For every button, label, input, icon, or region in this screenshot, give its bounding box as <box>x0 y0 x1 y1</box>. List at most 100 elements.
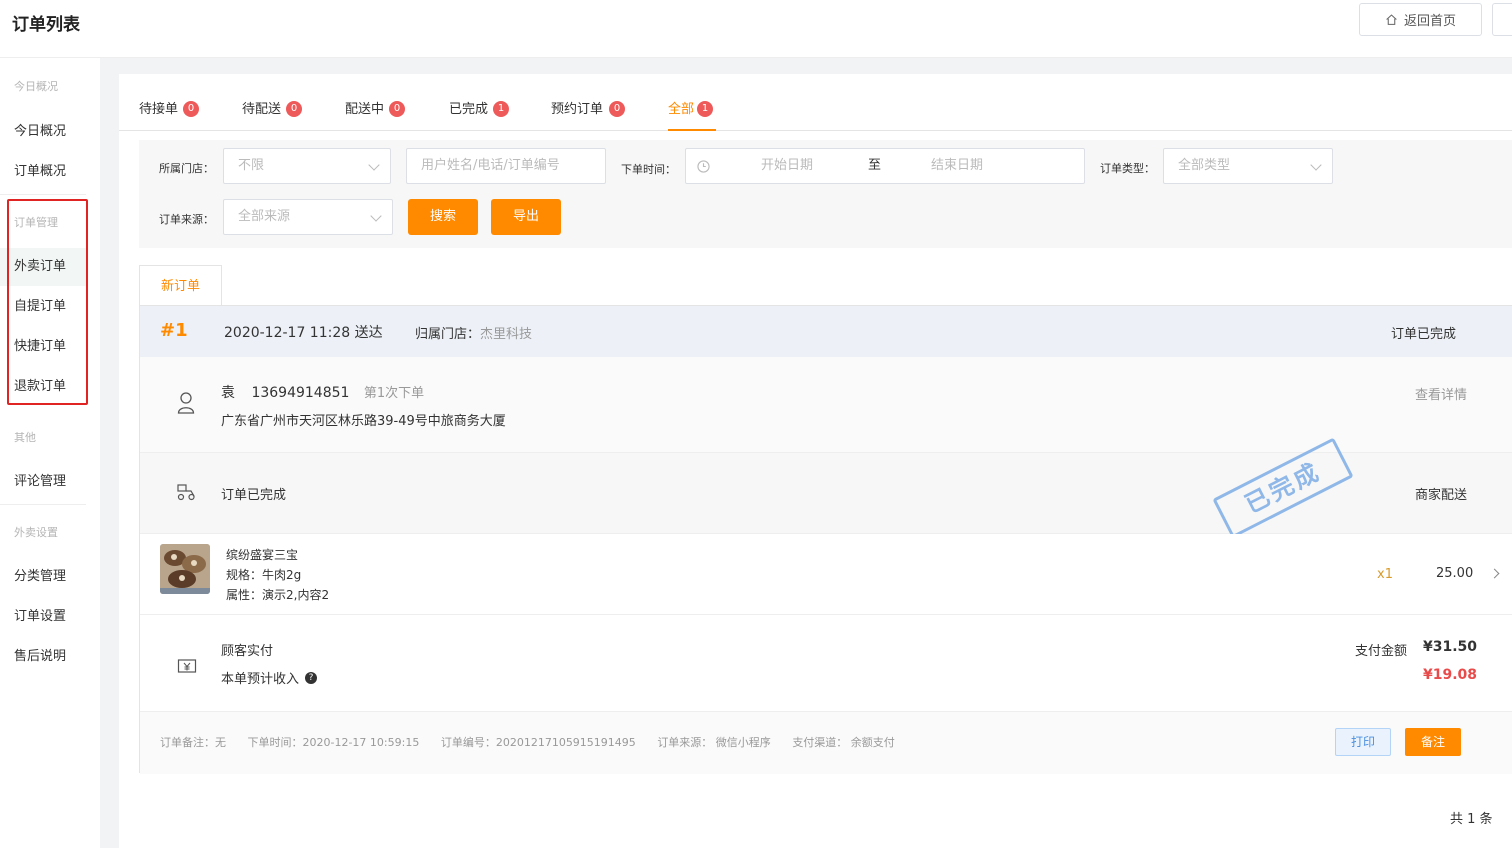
help-icon[interactable]: ? <box>305 671 318 684</box>
tab-completed[interactable]: 已完成 1 <box>449 98 509 117</box>
product-attributes: 属性：演示2,内容2 <box>226 588 330 602</box>
sidebar-item-order-settings[interactable]: 订单设置 <box>0 598 86 636</box>
search-input[interactable]: 用户姓名/电话/订单编号 <box>406 148 606 184</box>
order-serial: 订单编号：20201217105915191495 <box>440 736 636 749</box>
home-icon <box>1386 14 1397 25</box>
clock-icon <box>697 160 710 173</box>
product-spec: 规格：牛肉2g <box>226 568 302 582</box>
tab-all[interactable]: 全部 1 <box>668 98 713 117</box>
tab-count-badge: 1 <box>493 101 509 117</box>
order-type-value: 全部类型 <box>1178 158 1231 173</box>
sidebar-group-overview: 今日概况 <box>14 80 58 93</box>
order-management-highlight <box>7 199 88 405</box>
order-status: 订单已完成 <box>1391 327 1457 342</box>
tab-label: 全部 <box>668 102 695 117</box>
payment-row: 顾客实付 本单预计收入 ? 支付金额 ¥31.50 ¥19.08 <box>140 615 1512 712</box>
order-time: 下单时间：2020-12-17 10:59:15 <box>247 736 420 749</box>
view-details-link[interactable]: 查看详情 <box>1415 384 1467 403</box>
store-select-value: 不限 <box>238 158 265 173</box>
tab-pending-delivery[interactable]: 待配送 0 <box>242 98 302 117</box>
tab-count-badge: 0 <box>183 101 199 117</box>
order-source-value: 全部来源 <box>238 209 291 224</box>
sidebar-divider <box>0 194 86 195</box>
completed-stamp: 已完成 <box>1212 437 1354 539</box>
sidebar-group-other: 其他 <box>14 431 36 444</box>
payment-amount: ¥31.50 <box>1423 639 1478 655</box>
estimated-income-text: 本单预计收入 <box>221 672 300 687</box>
payment-channel: 支付渠道： 余额支付 <box>792 736 895 749</box>
source-filter-label: 订单来源： <box>159 213 214 226</box>
main-panel: 待接单 0 待配送 0 配送中 0 已完成 1 预约订单 0 全部 1 所属门店… <box>119 74 1512 848</box>
customer-name: 袁 <box>221 385 235 401</box>
type-filter-label: 订单类型： <box>1100 162 1155 175</box>
payment-icon <box>177 659 197 673</box>
customer-row: 袁 13694914851 第1次下单 广东省广州市天河区林乐路39-49号中旅… <box>140 357 1512 453</box>
search-input-placeholder: 用户姓名/电话/订单编号 <box>421 158 560 173</box>
customer-phone: 13694914851 <box>251 385 350 401</box>
tab-count-badge: 0 <box>286 101 302 117</box>
tab-count-badge: 1 <box>697 101 713 117</box>
sidebar-divider <box>0 504 86 505</box>
print-button[interactable]: 打印 <box>1335 728 1391 756</box>
delivery-row: 订单已完成 已完成 商家配送 <box>140 437 1512 539</box>
delivery-type: 商家配送 <box>1415 488 1468 503</box>
tab-delivering[interactable]: 配送中 0 <box>345 98 405 117</box>
delivery-status: 订单已完成 <box>221 488 287 503</box>
filter-panel: 所属门店： 不限 用户姓名/电话/订单编号 下单时间： 开始日期 至 结束日期 … <box>139 140 1512 248</box>
customer-paid-label: 顾客实付 <box>221 644 274 659</box>
date-range-picker[interactable]: 开始日期 至 结束日期 <box>685 148 1085 184</box>
product-quantity: x1 <box>1377 567 1393 582</box>
tab-scheduled[interactable]: 预约订单 0 <box>551 98 625 117</box>
item-row[interactable]: 缤纷盛宴三宝 规格：牛肉2g 属性：演示2,内容2 x1 25.00 <box>140 534 1512 615</box>
sidebar-item-today-overview[interactable]: 今日概况 <box>0 113 86 151</box>
product-thumbnail <box>160 544 210 594</box>
home-button-label: 返回首页 <box>1403 14 1456 29</box>
topbar-extra-button[interactable] <box>1492 3 1512 36</box>
tab-label: 配送中 <box>345 102 385 117</box>
order-source: 订单来源： 微信小程序 <box>657 736 771 749</box>
page-title: 订单列表 <box>12 15 80 35</box>
sidebar-group-settings: 外卖设置 <box>14 526 58 539</box>
tab-count-badge: 0 <box>389 101 405 117</box>
product-price: 25.00 <box>1436 566 1474 581</box>
order-note: 订单备注：无 <box>160 736 226 749</box>
sidebar-item-order-overview[interactable]: 订单概况 <box>0 153 86 191</box>
order-count: 第1次下单 <box>363 386 425 401</box>
tab-label: 待配送 <box>242 102 282 117</box>
note-button[interactable]: 备注 <box>1405 728 1461 756</box>
tab-new-orders[interactable]: 新订单 <box>139 265 222 307</box>
sidebar: 今日概况 今日概况 订单概况 订单管理 外卖订单 自提订单 快捷订单 退款订单 … <box>0 58 100 848</box>
customer-info: 袁 13694914851 第1次下单 <box>221 382 424 402</box>
product-name: 缤纷盛宴三宝 <box>226 548 299 562</box>
order-number: #1 <box>160 320 188 341</box>
order-header: #1 2020-12-17 11:28 送达 归属门店：杰里科技 订单已完成 <box>140 306 1512 357</box>
start-date-input[interactable]: 开始日期 <box>761 149 813 183</box>
sidebar-item-aftersale[interactable]: 售后说明 <box>0 638 86 676</box>
tab-count-badge: 0 <box>609 101 625 117</box>
scooter-icon <box>177 484 195 501</box>
tab-label: 已完成 <box>449 102 489 117</box>
search-button[interactable]: 搜索 <box>408 199 478 235</box>
export-button[interactable]: 导出 <box>491 199 561 235</box>
order-meta: 订单备注：无 下单时间：2020-12-17 10:59:15 订单编号：202… <box>160 734 913 750</box>
top-bar: 订单列表 返回首页 <box>0 0 1512 58</box>
payment-amount-label: 支付金额 <box>1355 644 1408 659</box>
chevron-down-icon <box>1310 159 1322 171</box>
end-date-input[interactable]: 结束日期 <box>931 149 983 183</box>
chevron-right-icon[interactable] <box>1489 568 1500 579</box>
chevron-down-icon <box>368 159 380 171</box>
tab-pending-accept[interactable]: 待接单 0 <box>139 98 199 117</box>
store-name: 杰里科技 <box>480 327 533 342</box>
delivery-time: 2020-12-17 11:28 送达 <box>224 325 383 341</box>
home-button[interactable]: 返回首页 <box>1359 3 1482 36</box>
order-source-select[interactable]: 全部来源 <box>223 199 393 235</box>
order-type-select[interactable]: 全部类型 <box>1163 148 1333 184</box>
active-tab-underline <box>668 129 716 131</box>
sidebar-item-categories[interactable]: 分类管理 <box>0 558 86 596</box>
store-select[interactable]: 不限 <box>223 148 391 184</box>
sidebar-item-comments[interactable]: 评论管理 <box>0 463 86 501</box>
date-range-separator: 至 <box>868 158 882 173</box>
customer-address: 广东省广州市天河区林乐路39-49号中旅商务大厦 <box>221 414 506 429</box>
order-card: #1 2020-12-17 11:28 送达 归属门店：杰里科技 订单已完成 袁… <box>139 305 1512 774</box>
tab-label: 待接单 <box>139 102 179 117</box>
